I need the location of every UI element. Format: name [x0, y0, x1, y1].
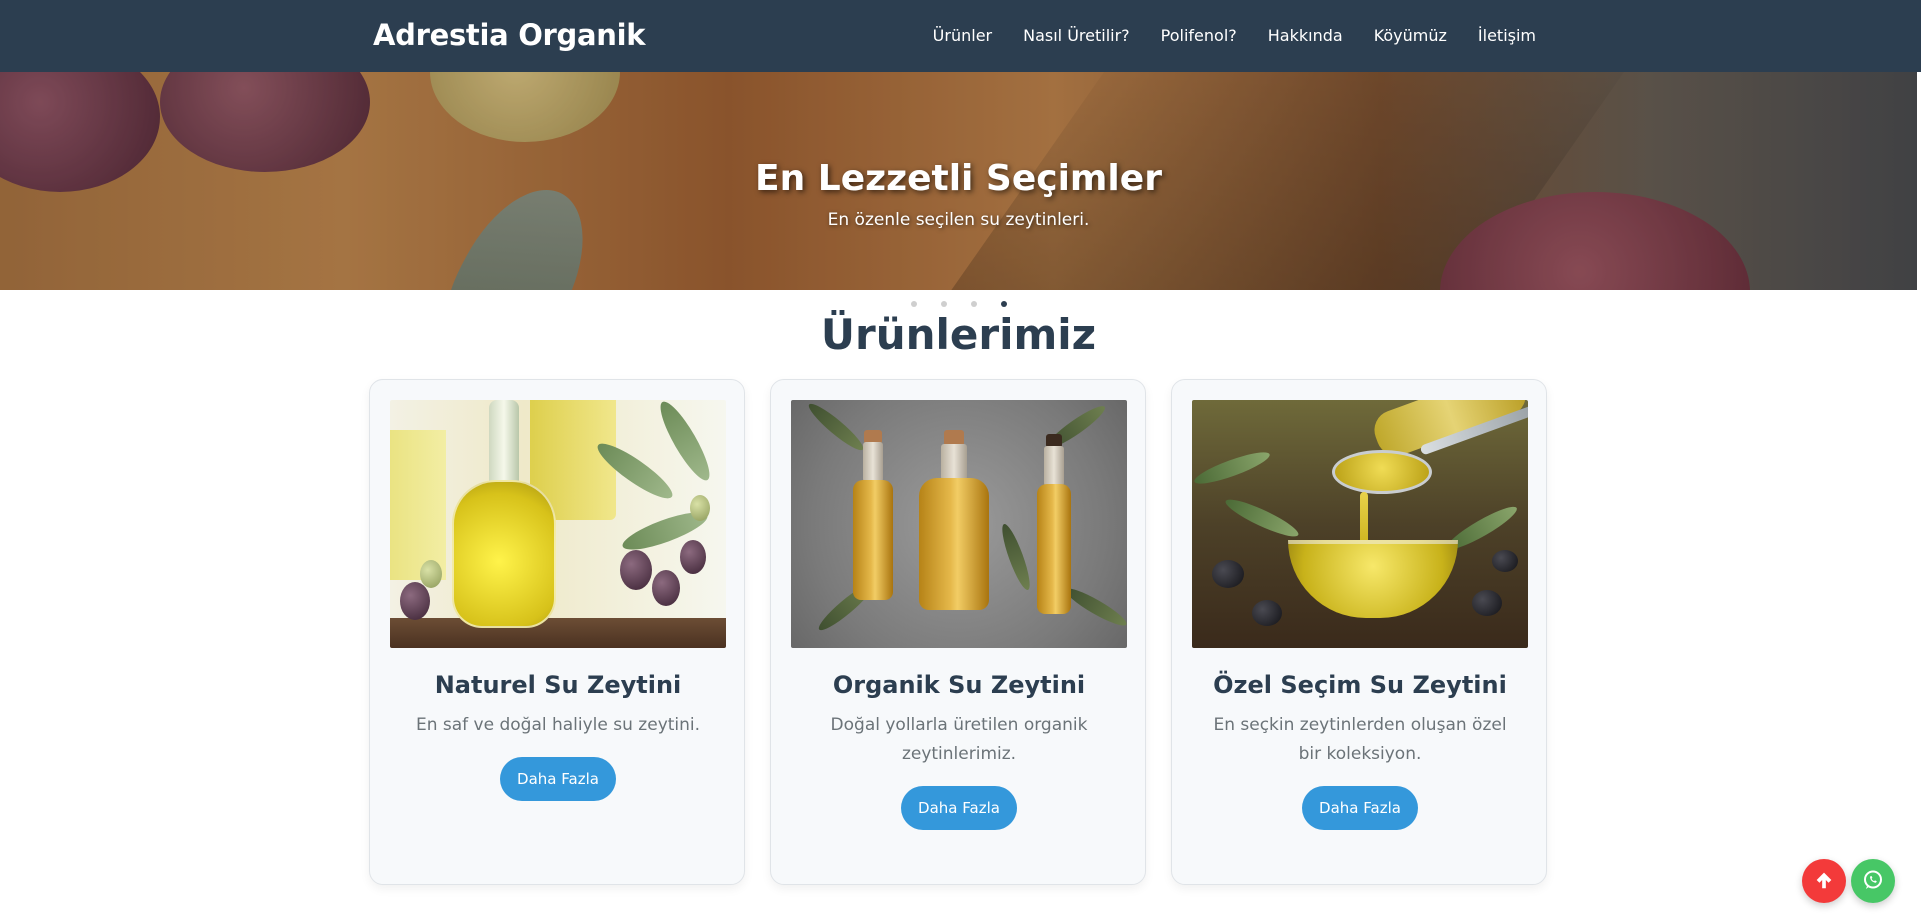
product-title: Organik Su Zeytini — [832, 671, 1086, 699]
product-more-button[interactable]: Daha Fazla — [901, 786, 1017, 830]
nav-link-iletisim[interactable]: İletişim — [1478, 26, 1536, 45]
nav-link-koyumuz[interactable]: Köyümüz — [1374, 26, 1447, 45]
product-card: Özel Seçim Su Zeytini En seçkin zeytinle… — [1171, 379, 1547, 885]
product-more-button[interactable]: Daha Fazla — [500, 757, 616, 801]
carousel-dot-1[interactable] — [911, 301, 917, 307]
nav-link-hakkinda[interactable]: Hakkında — [1268, 26, 1343, 45]
product-image-organik — [791, 400, 1127, 648]
nav-link-urunler[interactable]: Ürünler — [933, 26, 992, 45]
products-section-title: Ürünlerimiz — [820, 310, 1097, 359]
arrow-up-icon — [1813, 869, 1835, 894]
hero-title: En Lezzetli Seçimler — [755, 158, 1162, 199]
carousel-indicators — [911, 301, 1007, 307]
product-image-ozel-secim — [1192, 400, 1528, 648]
whatsapp-icon — [1861, 868, 1885, 895]
hero-subtitle: En özenle seçilen su zeytinleri. — [827, 210, 1090, 230]
main-nav: Ürünler Nasıl Üretilir? Polifenol? Hakkı… — [933, 26, 1536, 45]
product-title: Naturel Su Zeytini — [434, 671, 682, 699]
product-image-naturel — [390, 400, 726, 648]
product-title: Özel Seçim Su Zeytini — [1213, 671, 1507, 699]
product-card: Naturel Su Zeytini En saf ve doğal haliy… — [369, 379, 745, 885]
nav-link-polifenol[interactable]: Polifenol? — [1161, 26, 1237, 45]
product-card: Organik Su Zeytini Doğal yollarla üretil… — [770, 379, 1146, 885]
product-description: En saf ve doğal haliyle su zeytini. — [415, 715, 701, 735]
whatsapp-button[interactable] — [1851, 859, 1895, 903]
navbar: Adrestia Organik Ürünler Nasıl Üretilir?… — [0, 0, 1921, 72]
product-more-button[interactable]: Daha Fazla — [1302, 786, 1418, 830]
scroll-to-top-button[interactable] — [1802, 859, 1846, 903]
carousel-dot-4[interactable] — [1001, 301, 1007, 307]
product-description: En seçkin zeytinlerden oluşan özel bir k… — [1213, 715, 1507, 764]
brand-logo-link[interactable]: Adrestia Organik — [373, 18, 646, 52]
hero-carousel: En Lezzetli Seçimler En özenle seçilen s… — [0, 72, 1917, 290]
carousel-dot-3[interactable] — [971, 301, 977, 307]
nav-link-nasil-uretilir[interactable]: Nasıl Üretilir? — [1023, 26, 1130, 45]
carousel-dot-2[interactable] — [941, 301, 947, 307]
product-description: Doğal yollarla üretilen organik zeytinle… — [830, 715, 1088, 764]
